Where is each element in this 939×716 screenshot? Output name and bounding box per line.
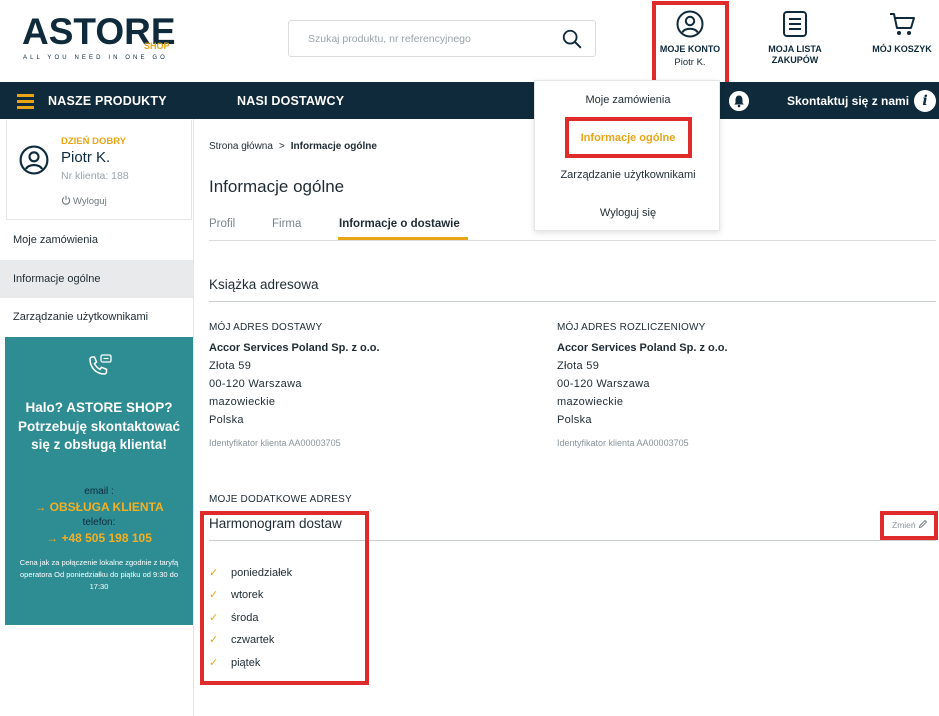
delivery-city: 00-120 Warszawa xyxy=(209,378,302,390)
checkmark-icon: ✓ xyxy=(209,634,219,646)
tab-delivery-info[interactable]: Informacje o dostawie xyxy=(339,218,460,230)
tabs-divider xyxy=(209,240,936,241)
delivery-address-heading: MÓJ ADRES DOSTAWY xyxy=(209,322,323,333)
sidebar-item-user-management[interactable]: Zarządzanie użytkownikami xyxy=(0,298,193,336)
breadcrumb: Strona główna > Informacje ogólne xyxy=(209,141,377,152)
day-label: poniedziałek xyxy=(231,567,293,579)
address-book-divider xyxy=(209,301,936,302)
breadcrumb-current: Informacje ogólne xyxy=(290,141,377,152)
customer-service-panel: Halo? ASTORE SHOP? Potrzebuję skontaktow… xyxy=(5,337,193,625)
cart-label: MÓJ KOSZYK xyxy=(872,44,932,54)
bell-icon[interactable] xyxy=(729,91,749,111)
breadcrumb-home[interactable]: Strona główna xyxy=(209,141,273,152)
user-circle-icon xyxy=(19,145,49,175)
change-schedule-button[interactable]: Zmień xyxy=(892,519,928,530)
schedule-divider xyxy=(209,540,936,541)
breadcrumb-separator: > xyxy=(278,141,285,152)
delivery-company: Accor Services Poland Sp. z o.o. xyxy=(209,342,380,354)
billing-country: Polska xyxy=(557,414,592,426)
my-account-user: Piotr K. xyxy=(674,57,706,68)
account-dropdown-menu: Moje zamówienia Informacje ogólne Zarząd… xyxy=(534,80,720,231)
search-bar xyxy=(288,20,596,57)
schedule-day: ✓ wtorek xyxy=(209,588,263,601)
list-icon xyxy=(783,11,807,37)
logo-shop-label: SHOP xyxy=(144,41,170,51)
cart-button[interactable]: MÓJ KOSZYK xyxy=(866,10,938,55)
astore-logo[interactable]: ASTORE SHOP ALL YOU NEED IN ONE GO xyxy=(22,12,182,68)
main-navbar: NASZE PRODUKTY NASI DOSTAWCY Skontaktuj … xyxy=(0,82,939,119)
search-input[interactable] xyxy=(289,21,549,56)
delivery-country: Polska xyxy=(209,414,244,426)
billing-city: 00-120 Warszawa xyxy=(557,378,650,390)
day-label: piątek xyxy=(231,657,261,669)
active-tab-indicator xyxy=(338,237,468,240)
email-label: email : xyxy=(84,486,114,497)
tab-profile[interactable]: Profil xyxy=(209,218,235,230)
checkmark-icon: ✓ xyxy=(209,567,219,579)
customer-service-phone-link[interactable]: → +48 505 198 105 xyxy=(5,531,193,545)
extra-addresses-heading: MOJE DODATKOWE ADRESY xyxy=(209,494,352,505)
billing-company: Accor Services Poland Sp. z o.o. xyxy=(557,342,728,354)
day-label: czwartek xyxy=(231,634,275,646)
billing-address-block: MÓJ ADRES ROZLICZENIOWY Accor Services P… xyxy=(557,322,857,448)
phone-chat-icon xyxy=(89,354,112,375)
help-title: Halo? ASTORE SHOP? Potrzebuję skontaktow… xyxy=(17,400,181,452)
dropdown-item-user-management[interactable]: Zarządzanie użytkownikami xyxy=(535,169,721,181)
checkmark-icon: ✓ xyxy=(209,657,219,669)
call-cost-note: Cena jak za połączenie lokalne zgodnie z… xyxy=(19,558,179,591)
page-title: Informacje ogólne xyxy=(209,177,345,196)
customer-service-email-link[interactable]: → OBSŁUGA KLIENTA xyxy=(5,500,193,514)
day-label: wtorek xyxy=(231,589,264,601)
day-label: środa xyxy=(231,612,259,624)
logo-tagline: ALL YOU NEED IN ONE GO xyxy=(23,55,168,61)
greeting: DZIEŃ DOBRY xyxy=(61,136,127,147)
checkmark-icon: ✓ xyxy=(209,612,219,624)
dropdown-item-my-orders[interactable]: Moje zamówienia xyxy=(535,94,721,106)
phone-label: telefon: xyxy=(82,517,116,528)
sidebar-divider xyxy=(193,119,194,716)
billing-client-id: Identyfikator klienta AA00003705 xyxy=(557,438,689,448)
delivery-schedule-title: Harmonogram dostaw xyxy=(209,516,342,531)
logout-link[interactable]: Wyloguj xyxy=(61,195,107,207)
search-icon[interactable] xyxy=(561,28,583,50)
shopping-list-button[interactable]: MOJA LISTA ZAKUPÓW xyxy=(760,10,830,66)
my-account-button[interactable]: MOJE KONTO Piotr K. xyxy=(656,10,724,68)
schedule-day: ✓ środa xyxy=(209,611,259,624)
info-icon[interactable]: i xyxy=(914,90,936,112)
billing-address-heading: MÓJ ADRES ROZLICZENIOWY xyxy=(557,322,706,333)
sidebar-item-general-info[interactable]: Informacje ogólne xyxy=(0,260,193,298)
my-account-label: MOJE KONTO xyxy=(659,44,721,54)
delivery-region: mazowieckie xyxy=(209,396,276,408)
dropdown-item-general-info[interactable]: Informacje ogólne xyxy=(535,132,721,144)
client-number: Nr klienta: 188 xyxy=(61,170,129,182)
shopping-list-label: MOJA LISTA ZAKUPÓW xyxy=(768,44,822,65)
change-label: Zmień xyxy=(892,520,916,530)
schedule-day: ✓ piątek xyxy=(209,656,260,669)
cart-icon xyxy=(890,13,915,35)
power-icon xyxy=(61,195,71,205)
contact-us-link[interactable]: Skontaktuj się z nami xyxy=(787,94,909,108)
nav-our-suppliers[interactable]: NASI DOSTAWCY xyxy=(237,94,344,108)
billing-region: mazowieckie xyxy=(557,396,624,408)
checkmark-icon: ✓ xyxy=(209,589,219,601)
delivery-street: Złota 59 xyxy=(209,360,252,372)
schedule-day: ✓ poniedziałek xyxy=(209,566,292,579)
schedule-day: ✓ czwartek xyxy=(209,633,274,646)
user-card: DZIEŃ DOBRY Piotr K. Nr klienta: 188 Wyl… xyxy=(6,120,192,220)
user-name: Piotr K. xyxy=(61,149,111,166)
sidebar-item-my-orders[interactable]: Moje zamówienia xyxy=(0,221,193,259)
delivery-address-block: MÓJ ADRES DOSTAWY Accor Services Poland … xyxy=(209,322,509,448)
logout-label: Wyloguj xyxy=(73,196,107,207)
pencil-icon xyxy=(918,519,927,529)
tab-company[interactable]: Firma xyxy=(272,218,301,230)
nav-our-products[interactable]: NASZE PRODUKTY xyxy=(48,94,167,108)
address-book-title: Książka adresowa xyxy=(209,277,319,292)
dropdown-item-logout[interactable]: Wyloguj się xyxy=(535,207,721,219)
user-circle-icon xyxy=(676,10,704,38)
delivery-client-id: Identyfikator klienta AA00003705 xyxy=(209,438,341,448)
hamburger-menu-icon[interactable] xyxy=(17,94,34,109)
billing-street: Złota 59 xyxy=(557,360,600,372)
